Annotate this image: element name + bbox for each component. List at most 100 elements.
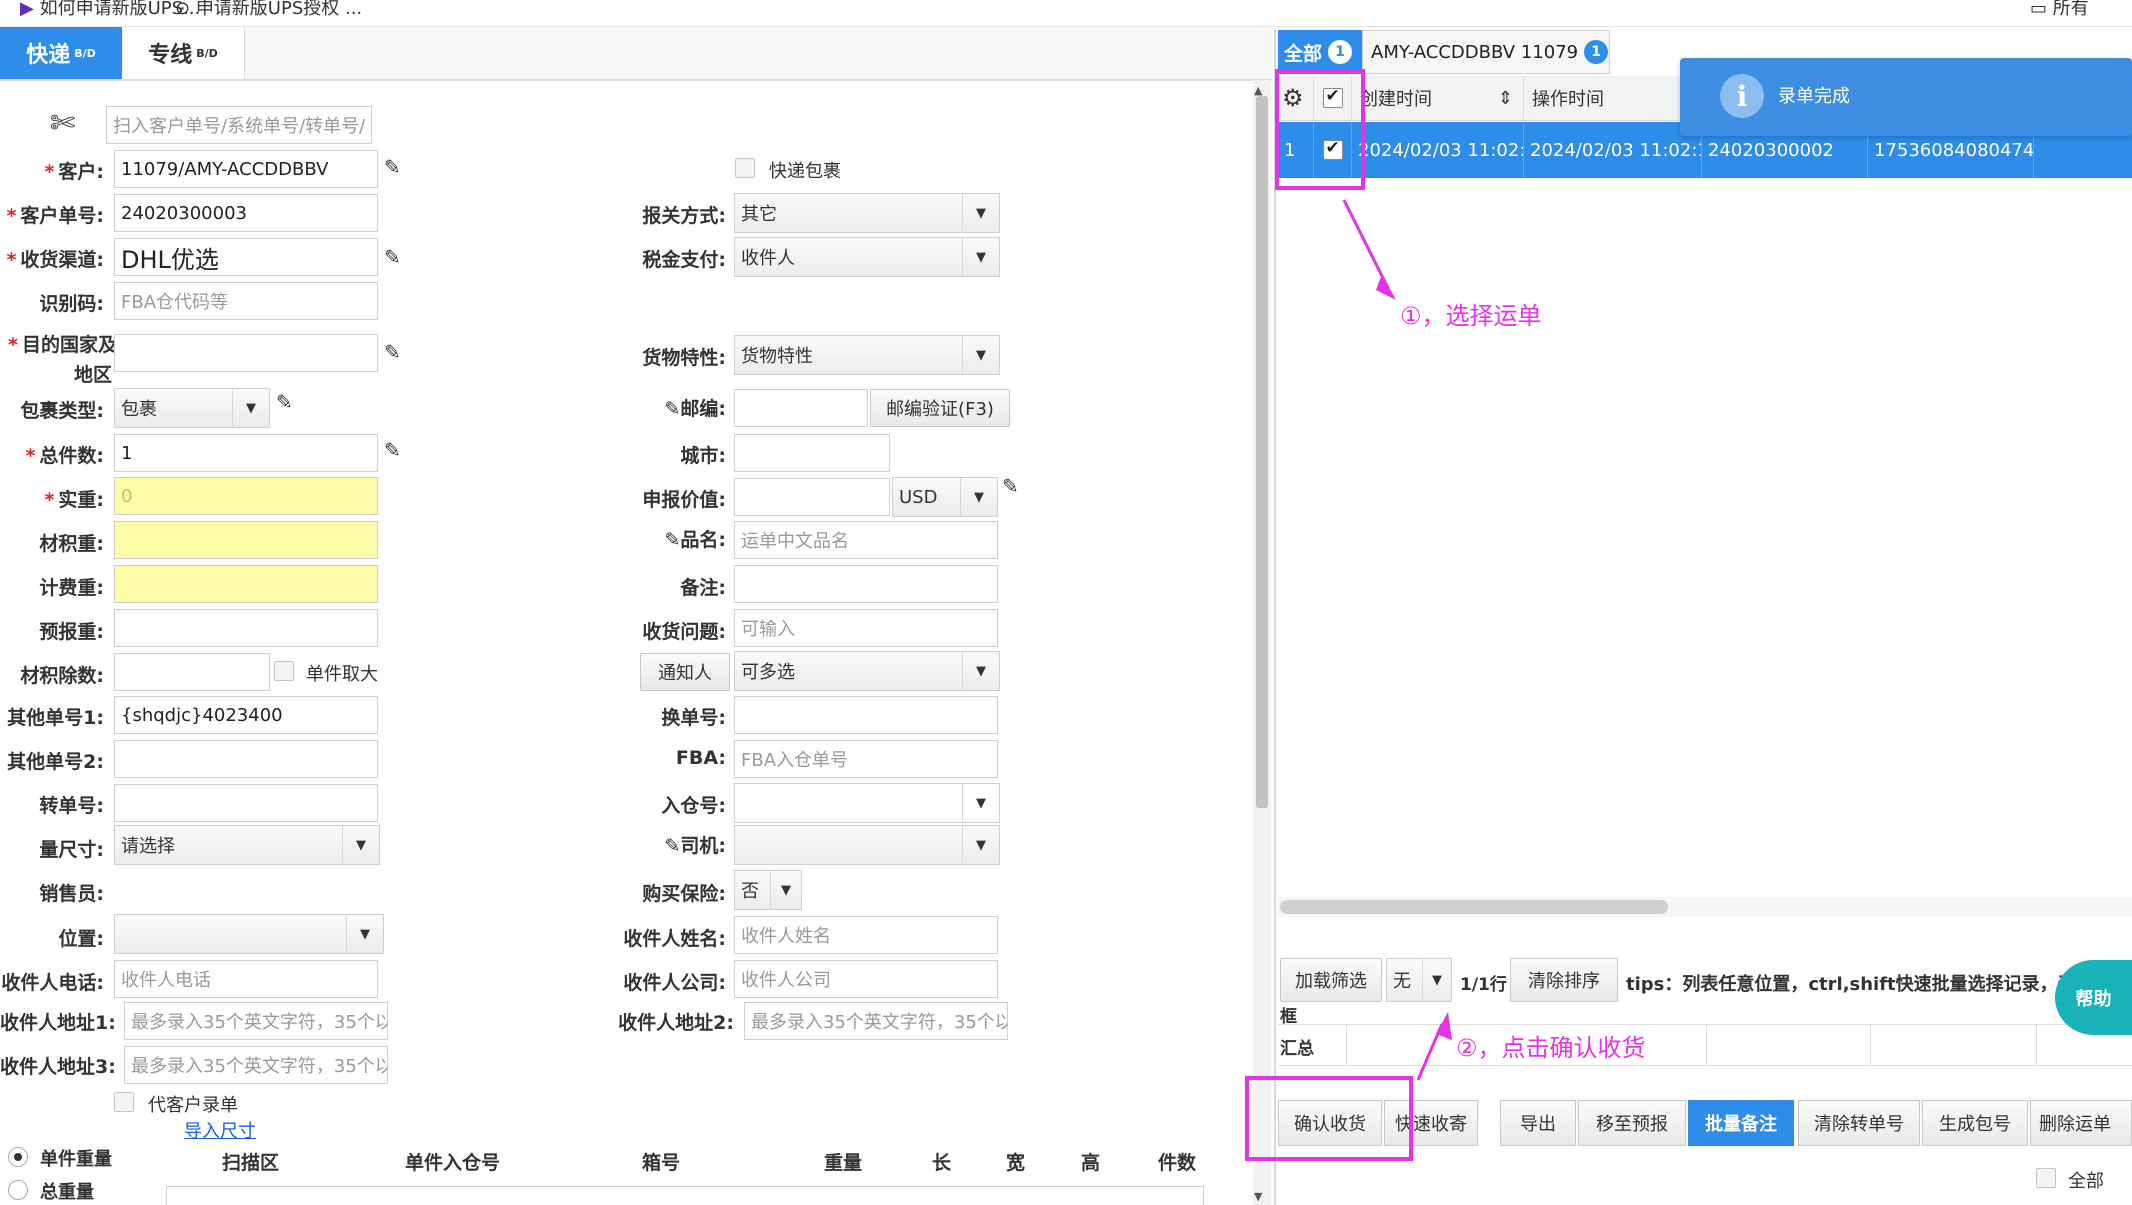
browser-tab-2[interactable]: ⊙ 申请新版UPS授权 ...: [175, 0, 362, 20]
scroll-up-icon[interactable]: ▲: [1254, 84, 1262, 97]
transfer-no-input[interactable]: [114, 784, 378, 822]
zip-input[interactable]: [734, 389, 868, 427]
notify-select[interactable]: 可多选 ▼: [734, 651, 1000, 691]
select-all-bottom-checkbox[interactable]: [2036, 1168, 2056, 1188]
scan-input[interactable]: 扫入客户单号/系统单号/转单号/: [106, 106, 372, 144]
insurance-select[interactable]: 否 ▼: [734, 870, 802, 910]
city-input[interactable]: [734, 434, 890, 472]
channel-edit-icon[interactable]: ✎: [384, 245, 401, 269]
total-weight-radio[interactable]: [8, 1180, 28, 1200]
destination-edit-icon[interactable]: ✎: [384, 340, 401, 364]
charge-weight-input[interactable]: [114, 565, 378, 603]
declare-edit-icon[interactable]: ✎: [1002, 474, 1019, 498]
position-select[interactable]: ▼: [114, 914, 384, 954]
table-row[interactable]: [166, 1186, 1204, 1205]
measure-size-select[interactable]: 请选择 ▼: [114, 825, 380, 865]
single-take-max-checkbox[interactable]: [274, 661, 294, 681]
col-piece-warehouse-no: 单件入仓号: [405, 1152, 501, 1174]
recipient-address2-label: 收件人地址2:: [618, 1012, 734, 1034]
browser-all-label[interactable]: ▭ 所有: [2030, 0, 2089, 20]
sort-icon[interactable]: ⇕: [1498, 88, 1513, 109]
package-type-label: 包裹类型:: [20, 400, 104, 422]
recipient-name-input[interactable]: 收件人姓名: [734, 916, 998, 954]
grid-h-scrollbar-thumb[interactable]: [1280, 900, 1668, 914]
import-size-link[interactable]: 导入尺寸: [184, 1117, 256, 1143]
annotation-step2: ②，点击确认收货: [1456, 1034, 1646, 1062]
col-length: 长: [932, 1152, 952, 1174]
declare-value-input[interactable]: [734, 478, 890, 516]
filter-select[interactable]: 无 ▼: [1386, 958, 1452, 1002]
customer-input[interactable]: 11079/AMY-ACCDDBBV: [114, 150, 378, 188]
chevron-down-icon: ▼: [770, 871, 801, 909]
all-count-badge: 1: [1328, 40, 1353, 64]
warehouse-no-select[interactable]: ▼: [734, 783, 1000, 823]
summary-divider: [1346, 1025, 1347, 1065]
cargo-select[interactable]: 货物特性 ▼: [734, 335, 1000, 375]
recipient-address2-input[interactable]: 最多录入35个英文字符，35个以: [744, 1002, 1008, 1040]
customer-edit-icon[interactable]: ✎: [384, 155, 401, 179]
recipient-address1-input[interactable]: 最多录入35个英文字符，35个以: [124, 1002, 388, 1040]
delete-waybill-button[interactable]: 删除运单: [2030, 1100, 2132, 1146]
tab-dedicated-line[interactable]: 专线 B/D: [122, 27, 245, 79]
toast-notification: i 录单完成: [1680, 58, 2132, 136]
package-type-select[interactable]: 包裹 ▼: [114, 388, 270, 428]
total-count-edit-icon[interactable]: ✎: [384, 438, 401, 462]
channel-input[interactable]: DHL优选: [114, 238, 378, 276]
move-to-forecast-button[interactable]: 移至预报: [1578, 1100, 1686, 1146]
destination-input[interactable]: [114, 334, 378, 372]
idcode-input[interactable]: FBA仓代码等: [114, 282, 378, 320]
recipient-address1-label: 收件人地址1:: [0, 1012, 116, 1034]
clear-transfer-no-button[interactable]: 清除转单号: [1798, 1100, 1920, 1146]
single-weight-radio[interactable]: [8, 1147, 28, 1167]
change-no-input[interactable]: [734, 696, 998, 734]
city-label: 城市:: [680, 445, 726, 467]
measure-size-label: 量尺寸:: [39, 839, 104, 861]
recipient-company-input[interactable]: 收件人公司: [734, 960, 998, 998]
receipt-issue-input[interactable]: 可输入: [734, 609, 998, 647]
tab-all[interactable]: 全部 1: [1278, 30, 1362, 74]
other-no2-input[interactable]: [114, 740, 378, 778]
form-scrollbar-thumb[interactable]: [1256, 96, 1268, 808]
other-no1-input[interactable]: {shqdjc}4023400: [114, 696, 378, 734]
volume-divisor-input[interactable]: [114, 653, 270, 691]
total-count-input[interactable]: 1: [114, 434, 378, 472]
row-operated-time: 2024/02/03 11:02:14: [1524, 122, 1702, 178]
customer-no-input[interactable]: 24020300003: [114, 194, 378, 232]
currency-select[interactable]: USD ▼: [892, 477, 998, 517]
col-operated-time[interactable]: 操作时间: [1524, 76, 1674, 120]
help-button[interactable]: 帮助: [2055, 960, 2132, 1035]
generate-package-no-button[interactable]: 生成包号: [1922, 1100, 2028, 1146]
annotation-step1: ①，选择运单: [1400, 302, 1542, 330]
notify-button[interactable]: 通知人: [640, 653, 730, 691]
tab-express[interactable]: 快递 B/D: [0, 27, 122, 79]
fba-input[interactable]: FBA入仓单号: [734, 740, 998, 778]
remark-input[interactable]: [734, 565, 998, 603]
tax-select[interactable]: 收件人 ▼: [734, 237, 1000, 277]
proxy-entry-label: 代客户录单: [148, 1095, 238, 1116]
driver-select[interactable]: ▼: [734, 825, 1000, 865]
recipient-address3-label: 收件人地址3:: [0, 1056, 116, 1078]
recipient-phone-input[interactable]: 收件人电话: [114, 960, 378, 998]
browser-tab-1[interactable]: ▶ 如何申请新版UPS...: [20, 0, 200, 20]
clear-sort-button[interactable]: 清除排序: [1510, 958, 1618, 1002]
customs-select[interactable]: 其它 ▼: [734, 193, 1000, 233]
batch-remark-button[interactable]: 批量备注: [1688, 1100, 1794, 1146]
tab-customer[interactable]: AMY-ACCDDBBV 11079 1: [1362, 30, 1610, 74]
recipient-address3-input[interactable]: 最多录入35个英文字符，35个以: [124, 1046, 388, 1084]
express-package-checkbox[interactable]: [735, 158, 755, 178]
export-button[interactable]: 导出: [1500, 1100, 1576, 1146]
pre-weight-input[interactable]: [114, 609, 378, 647]
real-weight-input[interactable]: 0: [114, 477, 378, 515]
tips-text: tips：列表任意位置，ctrl,shift快速批量选择记录，无需: [1626, 974, 2094, 995]
zip-verify-button[interactable]: 邮编验证(F3): [870, 389, 1010, 427]
proxy-entry-checkbox[interactable]: [114, 1092, 134, 1112]
volume-weight-input[interactable]: [114, 521, 378, 559]
scroll-down-icon[interactable]: ▼: [1254, 1190, 1262, 1203]
destination-label-2: 地区: [73, 364, 112, 386]
col-created-time[interactable]: 创建时间 ⇕: [1352, 76, 1524, 120]
scissors-icon[interactable]: ✄: [50, 106, 75, 141]
load-filter-button[interactable]: 加载筛选: [1280, 958, 1382, 1002]
package-type-edit-icon[interactable]: ✎: [276, 390, 293, 414]
driver-label: ✎司机:: [664, 835, 726, 857]
product-name-input[interactable]: 运单中文品名: [734, 521, 998, 559]
